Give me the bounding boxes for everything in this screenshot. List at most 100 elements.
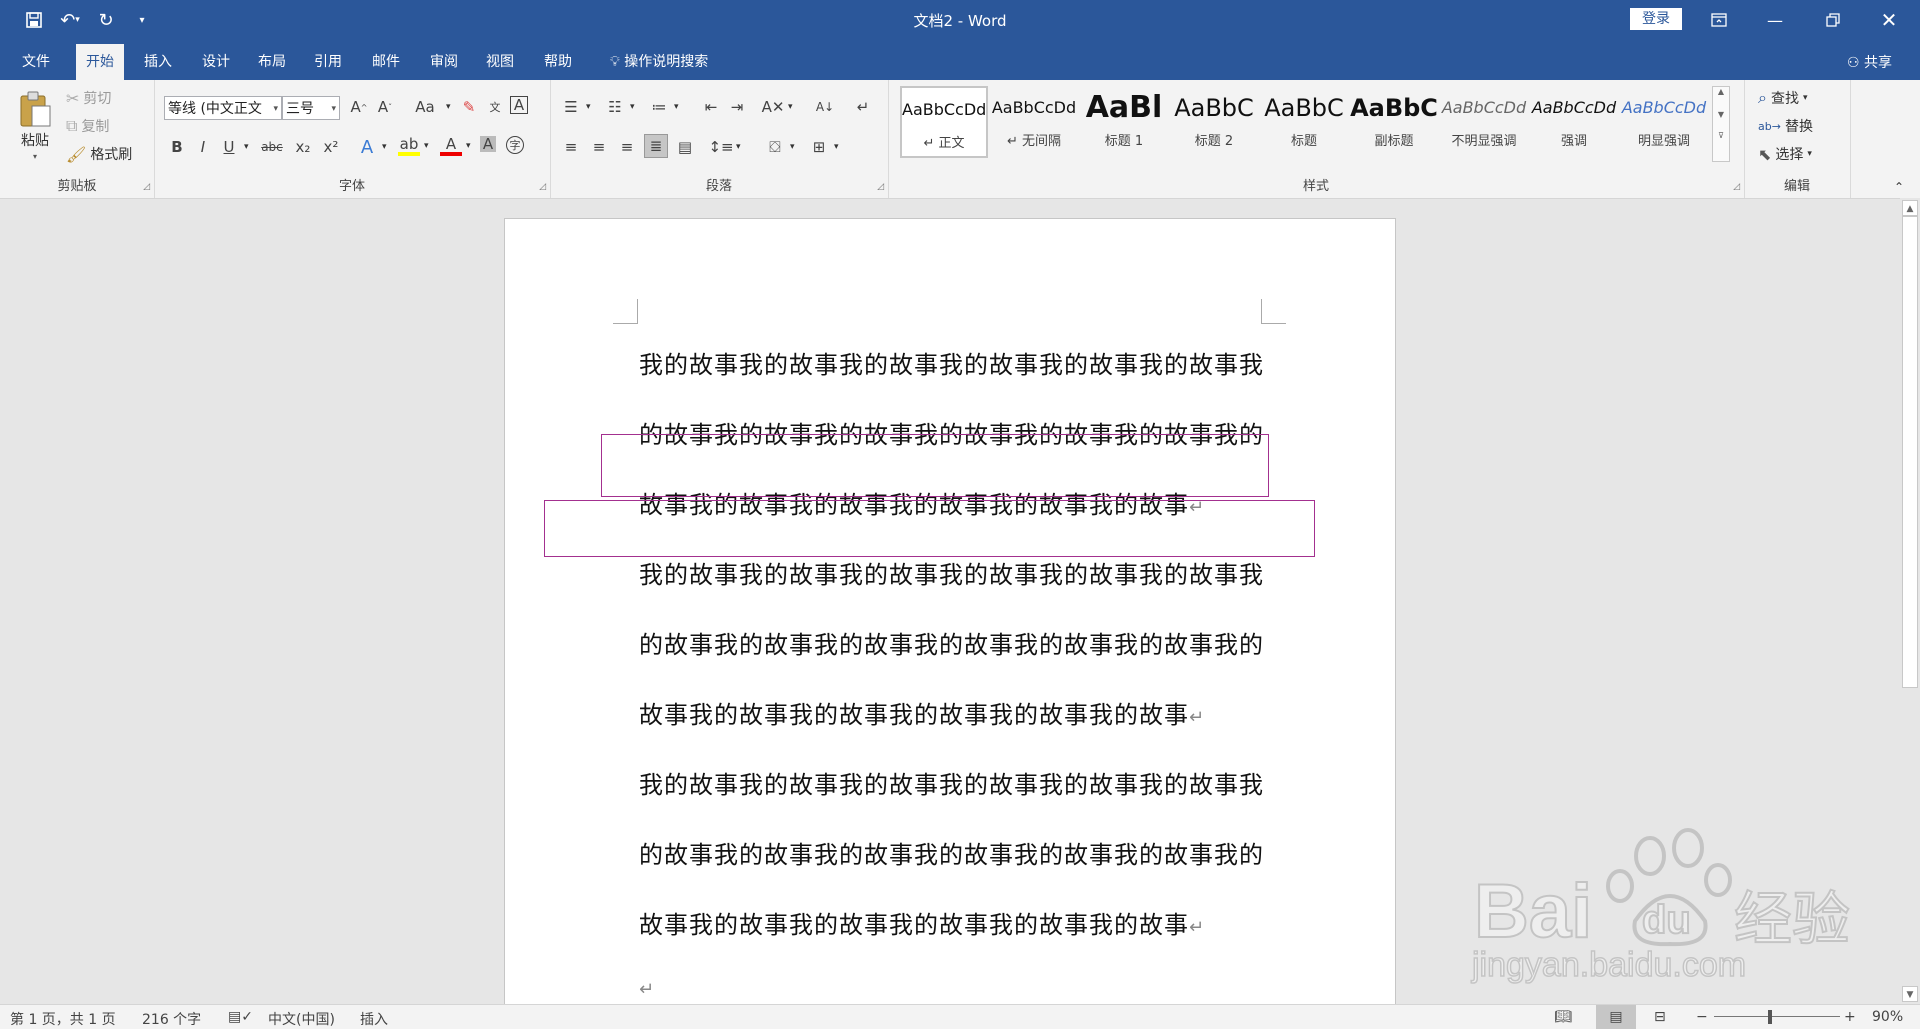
style-normal[interactable]: AaBbCcDd ↵ 正文 (900, 86, 988, 158)
replace-button[interactable]: ab→ 替换 (1758, 116, 1813, 136)
zoom-level[interactable]: 90% (1872, 1009, 1903, 1025)
style-no-spacing[interactable]: AaBbCcDd ↵ 无间隔 (990, 86, 1078, 158)
restore-icon[interactable] (1810, 0, 1856, 40)
text-line[interactable]: 我的故事我的故事我的故事我的故事我的故事我的故事我 (639, 555, 1264, 590)
text-line[interactable]: 故事我的故事我的故事我的故事我的故事我的故事↵ (639, 905, 1205, 940)
superscript-button[interactable]: x² (320, 136, 342, 158)
tab-file[interactable]: 文件 (12, 44, 60, 80)
style-emphasis[interactable]: AaBbCcDd 强调 (1530, 86, 1618, 158)
scroll-down-icon[interactable]: ▼ (1713, 110, 1729, 119)
scroll-up-icon[interactable]: ▲ (1713, 87, 1729, 96)
paste-dropdown-icon[interactable]: ▾ (33, 152, 37, 161)
bold-button[interactable]: B (166, 136, 188, 158)
text-line[interactable]: 的故事我的故事我的故事我的故事我的故事我的故事我的 (639, 625, 1264, 660)
zoom-slider[interactable] (1714, 1016, 1840, 1017)
tab-view[interactable]: 视图 (476, 44, 524, 80)
dialog-launcher-icon[interactable]: ◿ (1733, 182, 1740, 192)
borders-button[interactable]: ⊞ ▾ (808, 136, 839, 158)
copy-button[interactable]: ⧉ 复制 (66, 116, 109, 136)
tab-layout[interactable]: 布局 (248, 44, 296, 80)
text-line[interactable]: ↵ (639, 973, 655, 1001)
paste-button[interactable]: 粘贴 ▾ (18, 90, 52, 161)
text-line[interactable]: 的故事我的故事我的故事我的故事我的故事我的故事我的 (639, 835, 1264, 870)
subscript-button[interactable]: x₂ (292, 136, 314, 158)
format-painter-button[interactable]: 🖌︎ 格式刷 (66, 144, 132, 164)
read-mode-icon[interactable]: 📖︎ (1554, 1009, 1572, 1025)
change-case-button[interactable]: Aa ▾ (408, 96, 450, 118)
dialog-launcher-icon[interactable]: ◿ (877, 182, 884, 192)
align-right-button[interactable]: ≡ (616, 136, 638, 158)
text-line[interactable]: 故事我的故事我的故事我的故事我的故事我的故事↵ (639, 695, 1205, 730)
tell-me-search[interactable]: 💡︎ 操作说明搜索 (600, 44, 718, 80)
tab-help[interactable]: 帮助 (534, 44, 582, 80)
decrease-indent-button[interactable]: ⇤ (700, 96, 722, 118)
chinese-layout-button[interactable]: A✕ ▾ (762, 96, 793, 118)
phonetic-guide-button[interactable]: 文 (484, 96, 506, 118)
line-spacing-button[interactable]: ↕≡ ▾ (708, 136, 740, 158)
style-subtle-emphasis[interactable]: AaBbCcDd 不明显强调 (1440, 86, 1528, 158)
underline-button[interactable]: U ▾ (218, 136, 249, 158)
sort-button[interactable]: A↓ (814, 96, 836, 118)
tab-review[interactable]: 审阅 (420, 44, 468, 80)
scroll-up-arrow-icon[interactable]: ▲ (1902, 200, 1918, 216)
print-layout-icon[interactable]: ▤ (1596, 1005, 1636, 1029)
dialog-launcher-icon[interactable]: ◿ (539, 182, 546, 192)
more-styles-icon[interactable]: ⊽ (1713, 131, 1729, 140)
style-intense-emphasis[interactable]: AaBbCcDd 明显强调 (1620, 86, 1708, 158)
styles-gallery-scroll[interactable]: ▲ ▼ ⊽ (1712, 86, 1730, 162)
font-color-button[interactable]: A ▾ (440, 135, 471, 156)
zoom-slider-thumb[interactable] (1768, 1010, 1772, 1024)
tab-home[interactable]: 开始 (76, 44, 124, 80)
align-center-button[interactable]: ≡ (588, 136, 610, 158)
font-name-combo[interactable]: 等线 (中文正文 ▾ (164, 96, 282, 120)
select-button[interactable]: ⬉ 选择 ▾ (1758, 144, 1812, 164)
clear-formatting-button[interactable]: ✎ (458, 96, 480, 118)
language-status[interactable]: 中文(中国) (268, 1009, 335, 1029)
highlight-button[interactable]: ab ▾ (398, 135, 429, 156)
multilevel-list-button[interactable]: ≔ ▾ (648, 96, 679, 118)
cut-button[interactable]: ✂ 剪切 (66, 88, 111, 108)
char-border-button[interactable]: A (510, 96, 528, 114)
italic-button[interactable]: I (192, 136, 214, 158)
find-button[interactable]: ⌕ 查找 ▾ (1758, 88, 1808, 108)
scroll-down-arrow-icon[interactable]: ▼ (1902, 986, 1918, 1002)
scrollbar-thumb[interactable] (1902, 216, 1918, 688)
tab-mailings[interactable]: 邮件 (362, 44, 410, 80)
insert-mode[interactable]: 插入 (360, 1009, 388, 1029)
style-heading-2[interactable]: AaBbC 标题 2 (1170, 86, 1258, 158)
proofing-icon[interactable]: ▤✓ (228, 1009, 253, 1025)
align-left-button[interactable]: ≡ (560, 136, 582, 158)
web-layout-icon[interactable]: ⊟ (1654, 1009, 1666, 1025)
document-page[interactable]: 我的故事我的故事我的故事我的故事我的故事我的故事我 的故事我的故事我的故事我的故… (504, 218, 1396, 1010)
font-size-combo[interactable]: 三号 ▾ (282, 96, 340, 120)
style-subtitle[interactable]: AaBbC 副标题 (1350, 86, 1438, 158)
page-count[interactable]: 第 1 页，共 1 页 (10, 1009, 116, 1029)
tab-design[interactable]: 设计 (192, 44, 240, 80)
style-title[interactable]: AaBbC 标题 (1260, 86, 1348, 158)
text-line[interactable]: 我的故事我的故事我的故事我的故事我的故事我的故事我 (639, 765, 1264, 800)
shading-button[interactable]: ⛋ ▾ (764, 136, 794, 158)
text-effects-button[interactable]: A ▾ (356, 136, 387, 158)
numbering-button[interactable]: ☷ ▾ (604, 96, 634, 118)
zoom-in-icon[interactable]: + (1844, 1009, 1856, 1025)
text-line[interactable]: 我的故事我的故事我的故事我的故事我的故事我的故事我 (639, 345, 1264, 380)
zoom-out-icon[interactable]: − (1696, 1009, 1708, 1025)
grow-font-button[interactable]: A ^ (348, 96, 370, 118)
show-marks-button[interactable]: ↵ (852, 96, 874, 118)
enclose-char-button[interactable]: 字 (506, 136, 524, 154)
dialog-launcher-icon[interactable]: ◿ (143, 182, 150, 192)
shrink-font-button[interactable]: Aˇ (374, 96, 396, 118)
style-heading-1[interactable]: AaBl 标题 1 (1080, 86, 1168, 158)
ribbon-display-icon[interactable] (1696, 0, 1742, 40)
share-button[interactable]: ⚇ 共享 (1847, 52, 1892, 72)
minimize-icon[interactable]: — (1752, 0, 1798, 40)
tab-references[interactable]: 引用 (304, 44, 352, 80)
increase-indent-button[interactable]: ⇥ (726, 96, 748, 118)
strikethrough-button[interactable]: abc (258, 136, 286, 158)
tab-insert[interactable]: 插入 (134, 44, 182, 80)
login-button[interactable]: 登录 (1630, 8, 1682, 30)
word-count[interactable]: 216 个字 (142, 1009, 201, 1029)
bullets-button[interactable]: ☰ ▾ (560, 96, 590, 118)
char-shading-button[interactable]: A (480, 135, 496, 153)
collapse-ribbon-icon[interactable]: ⌃ (1894, 180, 1904, 194)
